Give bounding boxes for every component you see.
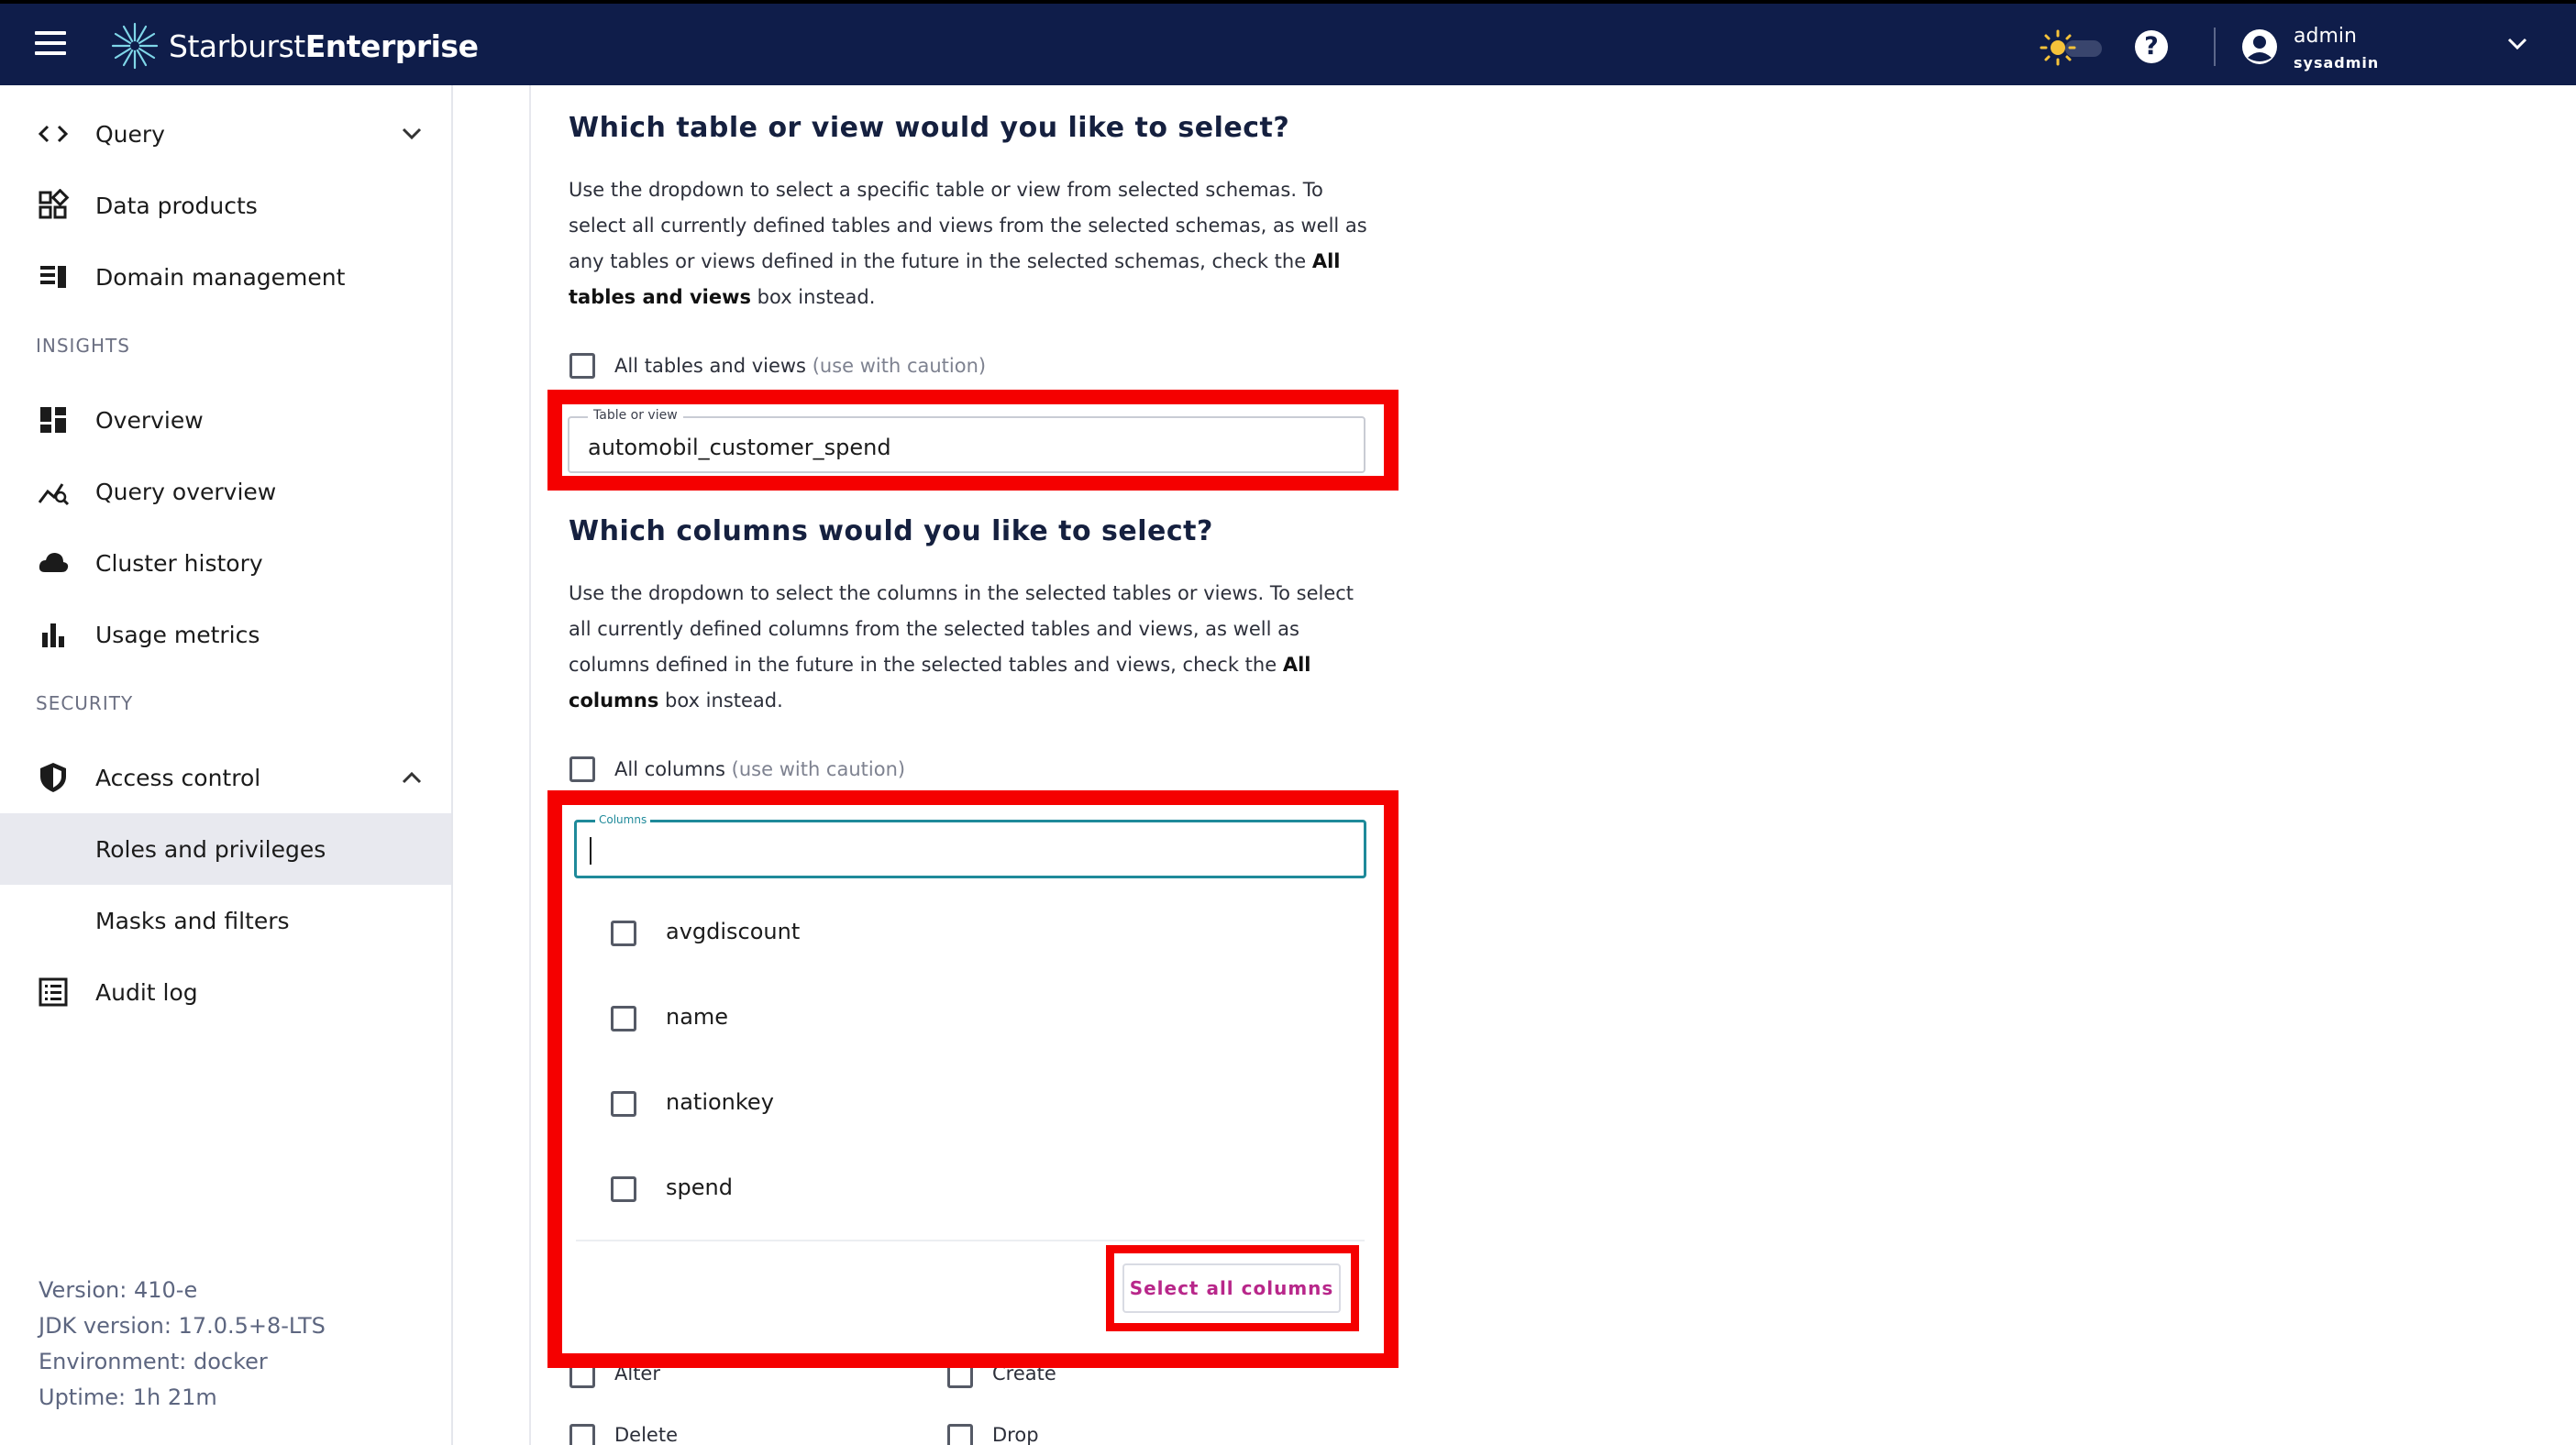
all-columns-checkbox[interactable]: [569, 756, 595, 782]
columns-heading: Which columns would you like to select?: [569, 515, 1213, 547]
column-checkbox[interactable]: [611, 1091, 636, 1117]
chevron-down-icon[interactable]: [2507, 38, 2527, 50]
table-description-text-end: box instead.: [751, 286, 876, 308]
sidebar-item-roles-and-privileges[interactable]: Roles and privileges: [0, 813, 451, 885]
header-divider: [2214, 28, 2216, 66]
user-role: sysadmin: [2294, 54, 2380, 72]
columns-description: Use the dropdown to select the columns i…: [569, 576, 1376, 719]
shield-icon: [40, 763, 66, 792]
all-tables-caution: (use with caution): [812, 355, 987, 377]
column-option-nationkey[interactable]: nationkey: [605, 1067, 1357, 1141]
delete-label: Delete: [614, 1424, 678, 1445]
chevron-down-icon[interactable]: [402, 127, 422, 140]
column-checkbox[interactable]: [611, 921, 636, 946]
sidebar-item-label: Masks and filters: [95, 907, 290, 934]
starburst-logo-icon: [111, 22, 159, 70]
columns-description-text-end: box instead.: [658, 689, 783, 711]
sidebar-item-usage-metrics[interactable]: Usage metrics: [0, 599, 451, 670]
jdk-version-text: JDK version: 17.0.5+8-LTS: [39, 1313, 326, 1339]
account-icon[interactable]: [2241, 28, 2278, 65]
uptime-text: Uptime: 1h 21m: [39, 1384, 217, 1410]
all-columns-label: All columns (use with caution): [614, 758, 905, 780]
brand-name: StarburstEnterprise: [169, 28, 479, 64]
sidebar-item-cluster-history[interactable]: Cluster history: [0, 527, 451, 599]
select-all-columns-button[interactable]: Select all columns: [1122, 1263, 1341, 1313]
sidebar-item-overview[interactable]: Overview: [0, 384, 451, 456]
brand-name-light: Starburst: [169, 28, 305, 64]
table-description: Use the dropdown to select a specific ta…: [569, 172, 1376, 315]
section-label-security: SECURITY: [36, 692, 134, 714]
sidebar-item-audit-log[interactable]: Audit log: [0, 956, 451, 1028]
grid-icon: [39, 189, 70, 219]
sidebar-item-label: Overview: [95, 406, 204, 434]
brand-name-bold: Enterprise: [304, 28, 479, 64]
section-label-insights: INSIGHTS: [36, 335, 130, 357]
text-caret: [590, 837, 591, 865]
column-option-label: avgdiscount: [666, 919, 801, 944]
sidebar-item-access-control[interactable]: Access control: [0, 742, 451, 813]
dropdown-separator: [576, 1240, 1365, 1241]
sun-icon: [2040, 29, 2076, 66]
delete-checkbox[interactable]: [569, 1424, 595, 1445]
code-icon: [38, 125, 69, 143]
sidebar-item-query-overview[interactable]: Query overview: [0, 456, 451, 527]
sidebar-item-label: Roles and privileges: [95, 835, 326, 863]
top-bar: StarburstEnterprise ? admin sysadmin: [0, 0, 2576, 85]
dashboard-icon: [40, 407, 66, 433]
main-divider: [529, 85, 531, 1445]
domain-icon: [40, 266, 66, 288]
sidebar-item-label: Audit log: [95, 978, 198, 1006]
columns-description-text: Use the dropdown to select the columns i…: [569, 582, 1354, 676]
brand[interactable]: StarburstEnterprise: [110, 22, 479, 70]
table-field-legend: Table or view: [588, 408, 683, 423]
drop-label: Drop: [992, 1424, 1039, 1445]
columns-search-input[interactable]: Columns: [574, 813, 1366, 878]
user-name: admin: [2294, 25, 2357, 48]
sidebar-item-label: Access control: [95, 764, 261, 791]
sidebar-item-label: Query overview: [95, 478, 277, 505]
drop-checkbox[interactable]: [947, 1424, 973, 1445]
cloud-icon: [39, 553, 69, 572]
all-tables-checkbox[interactable]: [569, 353, 595, 379]
sidebar: Query Data products Domain management IN…: [0, 85, 453, 1445]
theme-toggle[interactable]: [2040, 29, 2104, 66]
sidebar-item-masks-and-filters[interactable]: Masks and filters: [0, 885, 451, 956]
sidebar-item-label: Domain management: [95, 263, 346, 291]
all-tables-label: All tables and views (use with caution): [614, 355, 986, 377]
sidebar-item-data-products[interactable]: Data products: [0, 170, 451, 241]
column-checkbox[interactable]: [611, 1006, 636, 1031]
column-option-label: name: [666, 1004, 729, 1030]
all-columns-caution: (use with caution): [731, 758, 906, 780]
columns-field-legend: Columns: [595, 813, 651, 826]
help-icon[interactable]: ?: [2135, 30, 2168, 63]
menu-icon[interactable]: [35, 31, 66, 55]
sidebar-item-query[interactable]: Query: [0, 98, 451, 170]
table-description-text: Use the dropdown to select a specific ta…: [569, 179, 1367, 272]
chevron-up-icon[interactable]: [402, 771, 422, 784]
version-text: Version: 410-e: [39, 1277, 198, 1303]
column-option-name[interactable]: name: [605, 982, 1357, 1055]
sidebar-item-label: Usage metrics: [95, 621, 260, 648]
column-checkbox[interactable]: [611, 1176, 636, 1202]
all-tables-label-text: All tables and views: [614, 355, 806, 377]
column-option-avgdiscount[interactable]: avgdiscount: [605, 897, 1357, 970]
sidebar-item-label: Data products: [95, 192, 258, 219]
column-option-spend[interactable]: spend: [605, 1153, 1357, 1226]
table-heading: Which table or view would you like to se…: [569, 112, 1290, 144]
chart-line-icon: [38, 483, 70, 506]
table-field-value: automobil_customer_spend: [588, 435, 891, 460]
environment-text: Environment: docker: [39, 1349, 268, 1374]
column-option-label: nationkey: [666, 1089, 774, 1115]
sidebar-item-domain-management[interactable]: Domain management: [0, 241, 451, 313]
all-columns-label-text: All columns: [614, 758, 725, 780]
sidebar-item-label: Query: [95, 120, 165, 148]
list-icon: [39, 977, 68, 1007]
bar-chart-icon: [42, 623, 64, 647]
sidebar-item-label: Cluster history: [95, 549, 263, 577]
column-option-label: spend: [666, 1175, 733, 1200]
table-or-view-field[interactable]: Table or view automobil_customer_spend: [568, 408, 1365, 473]
